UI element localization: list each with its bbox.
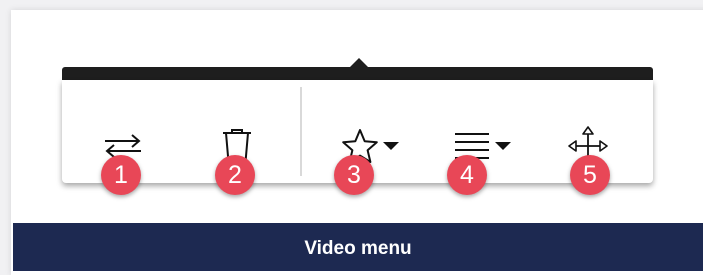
callout-badge-4: 4 xyxy=(447,155,487,195)
callout-badge-5: 5 xyxy=(570,155,610,195)
callout-badge-2: 2 xyxy=(215,155,255,195)
chevron-down-icon xyxy=(383,142,399,150)
chevron-down-icon xyxy=(495,142,511,150)
popup-header-bar xyxy=(62,67,653,80)
caption-text: Video menu xyxy=(304,238,412,259)
toolbar-divider xyxy=(300,87,302,176)
callout-badge-1: 1 xyxy=(101,155,141,195)
callout-badge-3: 3 xyxy=(334,155,374,195)
caption-bar: Video menu xyxy=(13,223,703,271)
